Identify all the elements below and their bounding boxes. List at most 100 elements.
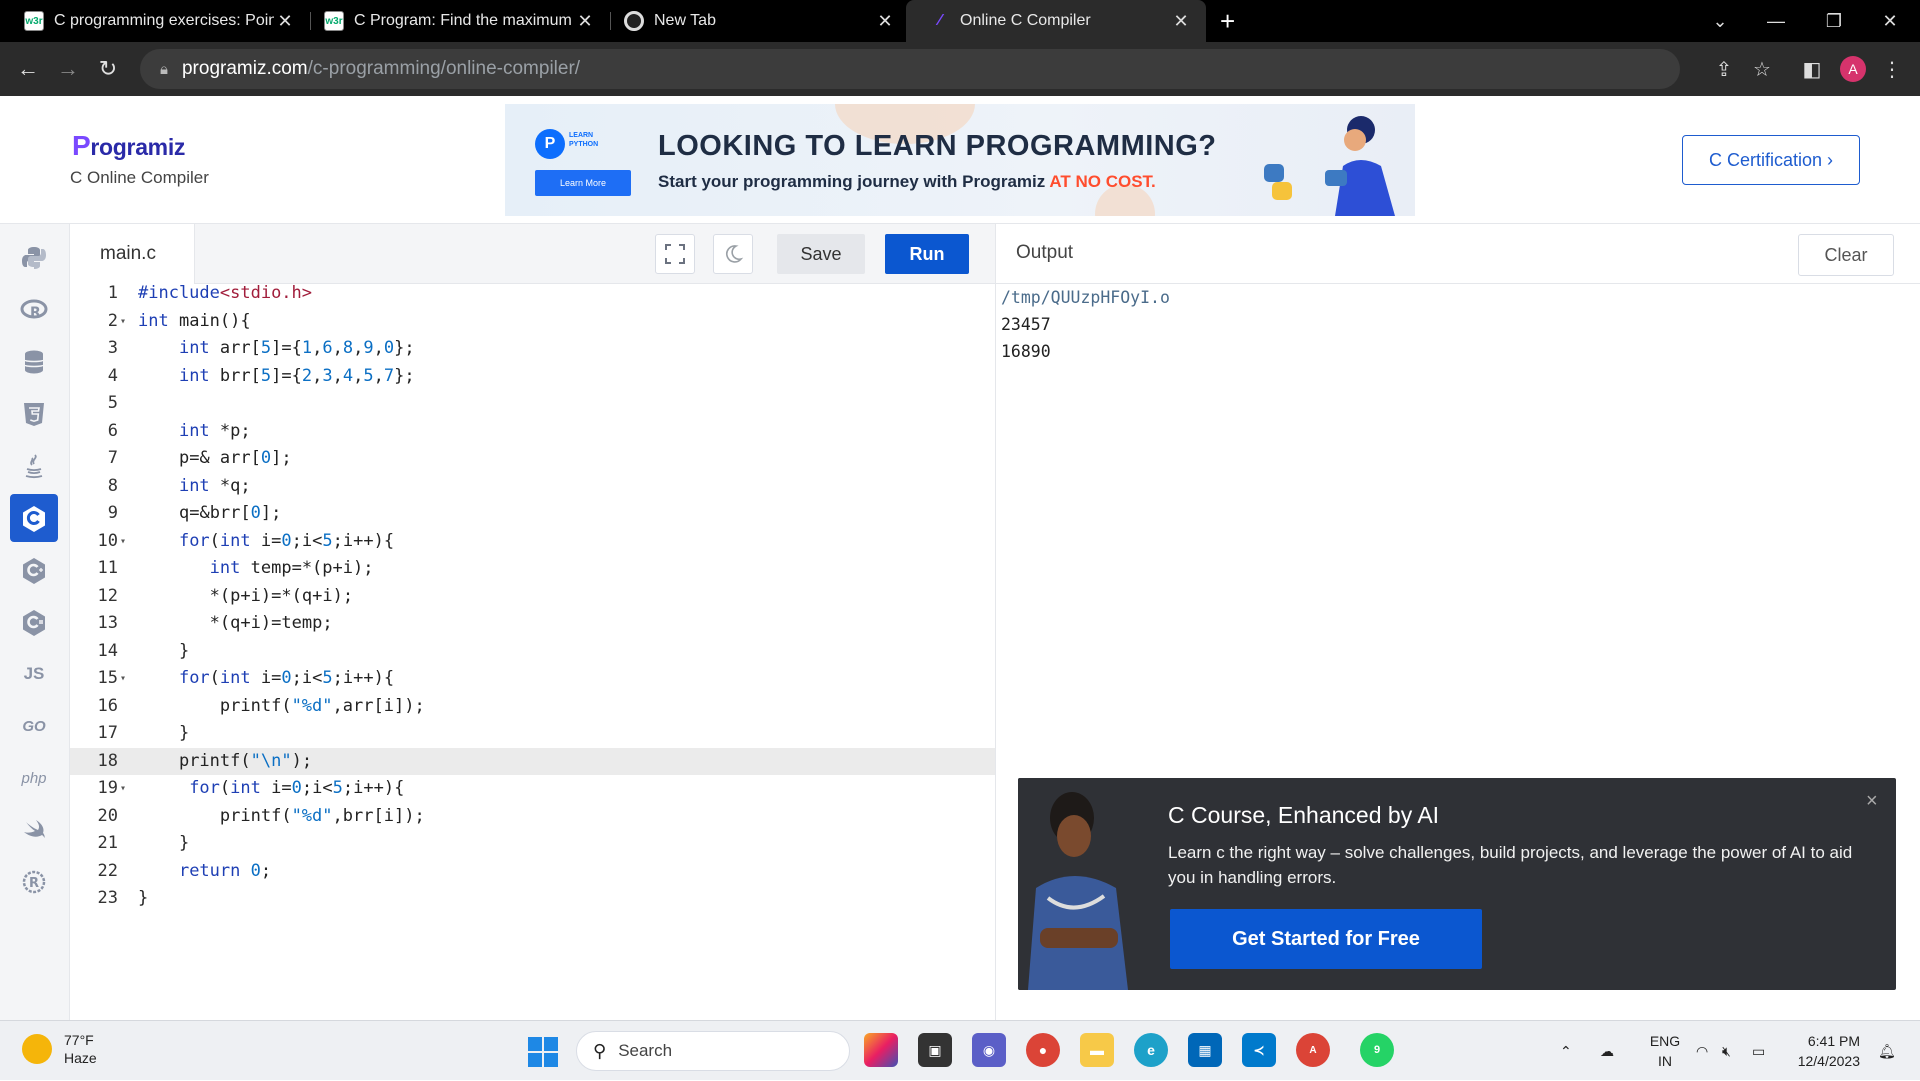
java-icon[interactable] [10, 442, 58, 490]
side-panel-icon[interactable]: ◧ [1798, 55, 1826, 83]
windows-start-icon[interactable] [528, 1037, 558, 1067]
tab-search-chevron-icon[interactable]: ⌄ [1692, 0, 1748, 42]
code-line[interactable]: 23} [70, 885, 995, 913]
c-language-icon[interactable] [10, 494, 58, 542]
file-explorer-icon[interactable]: ▬ [1080, 1033, 1114, 1067]
html5-icon[interactable] [10, 390, 58, 438]
dark-mode-moon-icon[interactable] [713, 234, 753, 274]
code-line[interactable]: 12 *(p+i)=*(q+i); [70, 583, 995, 611]
taskbar-search[interactable]: ⚲ Search [576, 1031, 850, 1071]
code-line[interactable]: 7 p=& arr[0]; [70, 445, 995, 473]
microsoft-store-icon[interactable]: ▦ [1188, 1033, 1222, 1067]
code-line[interactable]: 4 int brr[5]={2,3,4,5,7}; [70, 363, 995, 391]
new-tab-plus-icon[interactable]: + [1220, 8, 1235, 34]
run-button[interactable]: Run [885, 234, 969, 274]
python-icon[interactable] [10, 234, 58, 282]
teams-chat-icon[interactable]: ◉ [972, 1033, 1006, 1067]
tab-close-icon[interactable]: ✕ [1170, 11, 1192, 32]
php-language-icon[interactable]: php [10, 754, 58, 802]
browser-tab-2[interactable]: w3r C Program: Find the maximum n ✕ [300, 0, 610, 42]
browser-tab-4-active[interactable]: ⁄ Online C Compiler ✕ [906, 0, 1206, 42]
reload-icon[interactable]: ↻ [94, 55, 122, 83]
chrome-app-icon[interactable]: ● [1026, 1033, 1060, 1067]
fold-arrow-icon[interactable]: ▾ [120, 665, 130, 693]
browser-tab-3[interactable]: New Tab ✕ [600, 0, 910, 42]
kebab-menu-icon[interactable]: ⋮ [1878, 55, 1906, 83]
tray-overflow-chevron-icon[interactable]: ⌃ [1560, 1021, 1572, 1081]
ad-banner[interactable]: P LEARN PYTHON Learn More LOOKING TO LEA… [505, 104, 1415, 216]
tab-close-icon[interactable]: ✕ [274, 11, 296, 32]
file-tab-main-c[interactable]: main.c [70, 224, 195, 284]
r-language-icon[interactable]: R [10, 286, 58, 334]
code-line[interactable]: 5 [70, 390, 995, 418]
swift-icon[interactable] [10, 806, 58, 854]
code-line[interactable]: 11 int temp=*(p+i); [70, 555, 995, 583]
code-line[interactable]: 9 q=&brr[0]; [70, 500, 995, 528]
fold-arrow-icon[interactable]: ▾ [120, 308, 130, 336]
chrome-profile-icon[interactable]: A [1296, 1033, 1330, 1067]
code-line[interactable]: 8 int *q; [70, 473, 995, 501]
code-line[interactable]: 14 } [70, 638, 995, 666]
forward-arrow-icon[interactable]: → [54, 55, 82, 83]
csharp-language-icon[interactable] [10, 598, 58, 646]
wifi-icon[interactable]: ◠ [1696, 1021, 1708, 1081]
edge-icon[interactable]: e [1134, 1033, 1168, 1067]
go-language-icon[interactable]: GO [10, 702, 58, 750]
window-close-icon[interactable]: ✕ [1862, 0, 1918, 42]
programiz-logo[interactable]: Programiz [72, 130, 185, 162]
tab-close-icon[interactable]: ✕ [874, 11, 896, 32]
task-view-icon[interactable]: ▣ [918, 1033, 952, 1067]
system-clock[interactable]: 6:41 PM 12/4/2023 [1790, 1031, 1860, 1071]
minimize-icon[interactable]: — [1748, 0, 1804, 42]
profile-avatar[interactable]: A [1840, 56, 1866, 82]
sql-database-icon[interactable] [10, 338, 58, 386]
vscode-icon[interactable]: ≺ [1242, 1033, 1276, 1067]
browser-tab-1[interactable]: w3r C programming exercises: Pointe ✕ [0, 0, 310, 42]
fold-arrow-icon[interactable]: ▾ [120, 775, 130, 803]
code-line[interactable]: 16 printf("%d",arr[i]); [70, 693, 995, 721]
battery-icon[interactable]: ▭ [1752, 1021, 1765, 1081]
code-line[interactable]: 15 ▾ for(int i=0;i<5;i++){ [70, 665, 995, 693]
fold-arrow-icon[interactable]: ▾ [120, 528, 130, 556]
clear-button[interactable]: Clear [1798, 234, 1894, 276]
code-line[interactable]: 19 ▾ for(int i=0;i<5;i++){ [70, 775, 995, 803]
line-number: 20 [97, 805, 118, 826]
tab-close-icon[interactable]: ✕ [574, 11, 596, 32]
ai-course-promo-card[interactable]: C Course, Enhanced by AI Learn c the rig… [1018, 778, 1896, 990]
code-line[interactable]: 6 int *p; [70, 418, 995, 446]
line-number: 18 [97, 750, 118, 771]
restore-icon[interactable]: ❐ [1806, 0, 1862, 42]
language-indicator[interactable]: ENG IN [1645, 1031, 1685, 1071]
code-line[interactable]: 21 } [70, 830, 995, 858]
code-line[interactable]: 18 printf("\n"); [70, 747, 995, 775]
back-arrow-icon[interactable]: ← [14, 55, 42, 83]
code-line[interactable]: 10 ▾ for(int i=0;i<5;i++){ [70, 528, 995, 556]
c-certification-button[interactable]: C Certification › [1682, 135, 1860, 185]
copilot-icon[interactable] [864, 1033, 898, 1067]
weather-widget[interactable]: 77°F Haze [22, 1031, 97, 1067]
onedrive-icon[interactable]: ☁ [1600, 1021, 1614, 1081]
whatsapp-icon[interactable]: 9 [1360, 1033, 1394, 1067]
output-console[interactable]: /tmp/QUUzpHFOyI.o 23457 16890 [996, 284, 1920, 774]
code-line[interactable]: 17 } [70, 720, 995, 748]
code-line[interactable]: 20 printf("%d",brr[i]); [70, 803, 995, 831]
code-editor[interactable]: 1 #include<stdio.h> 2 ▾ int main(){3 int arr… [70, 283, 995, 1020]
promo-close-icon[interactable]: × [1866, 790, 1878, 813]
code-line[interactable]: 22 return 0; [70, 858, 995, 886]
share-icon[interactable]: ⇪ [1710, 55, 1738, 83]
get-started-button[interactable]: Get Started for Free [1170, 909, 1482, 969]
javascript-icon[interactable]: JS [10, 650, 58, 698]
fullscreen-icon[interactable] [655, 234, 695, 274]
notification-bell-icon[interactable]: 🔔︎ [1878, 1021, 1896, 1081]
code-line[interactable]: 1 #include<stdio.h> [70, 280, 995, 308]
save-button[interactable]: Save [777, 234, 865, 274]
cpp-language-icon[interactable] [10, 546, 58, 594]
bookmark-star-icon[interactable]: ☆ [1748, 55, 1776, 83]
address-bar[interactable]: 🔒︎ programiz.com /c-programming/online-c… [140, 49, 1680, 89]
code-line[interactable]: 3 int arr[5]={1,6,8,9,0}; [70, 335, 995, 363]
volume-muted-icon[interactable]: 🔇︎ [1722, 1021, 1731, 1081]
code-line[interactable]: 13 *(q+i)=temp; [70, 610, 995, 638]
learn-more-button[interactable]: Learn More [535, 170, 631, 196]
rust-icon[interactable]: R [10, 858, 58, 906]
code-line[interactable]: 2 ▾ int main(){ [70, 308, 995, 336]
